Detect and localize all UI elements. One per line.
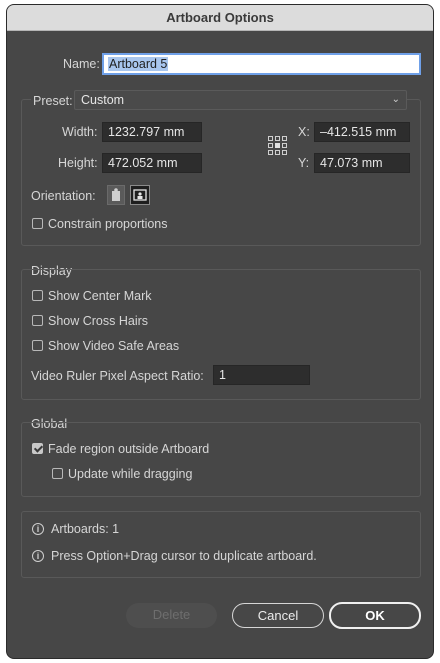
fade-region-label: Fade region outside Artboard <box>48 442 210 456</box>
reference-point-icon[interactable] <box>268 136 288 156</box>
portrait-icon <box>112 188 120 201</box>
landscape-icon <box>133 189 147 201</box>
name-label: Name: <box>63 57 100 71</box>
landscape-button[interactable] <box>130 185 150 205</box>
artboards-count: Artboards: 1 <box>51 522 120 536</box>
height-label: Height: <box>58 156 98 170</box>
x-field[interactable]: –412.515 mm <box>314 122 410 142</box>
pixel-ratio-field[interactable]: 1 <box>213 365 310 385</box>
delete-button[interactable]: Delete <box>126 603 217 628</box>
y-field[interactable]: 47.073 mm <box>314 153 410 173</box>
preset-dropdown[interactable]: Custom ⌄ <box>74 90 407 110</box>
update-dragging-label: Update while dragging <box>68 467 193 481</box>
preset-value: Custom <box>81 93 125 107</box>
show-video-safe-label: Show Video Safe Areas <box>48 339 180 353</box>
info-icon: i <box>32 550 44 562</box>
duplicate-tip: Press Option+Drag cursor to duplicate ar… <box>51 549 317 563</box>
height-field[interactable]: 472.052 mm <box>102 153 202 173</box>
update-dragging-checkbox[interactable] <box>52 468 63 479</box>
ok-button[interactable]: OK <box>329 602 421 629</box>
portrait-button[interactable] <box>107 185 125 205</box>
width-field[interactable]: 1232.797 mm <box>102 122 202 142</box>
show-video-safe-checkbox[interactable] <box>32 340 43 351</box>
pixel-ratio-label: Video Ruler Pixel Aspect Ratio: <box>31 369 204 383</box>
preset-label: Preset: <box>31 94 75 108</box>
global-group <box>21 422 421 497</box>
show-cross-hairs-label: Show Cross Hairs <box>48 314 149 328</box>
show-center-mark-label: Show Center Mark <box>48 289 152 303</box>
constrain-proportions-label: Constrain proportions <box>48 217 168 231</box>
info-icon: i <box>32 523 44 535</box>
width-label: Width: <box>62 125 98 139</box>
name-value: Artboard 5 <box>108 57 169 71</box>
cancel-button[interactable]: Cancel <box>232 603 324 628</box>
fade-region-checkbox[interactable] <box>32 443 43 454</box>
x-label: X: <box>298 125 310 139</box>
show-cross-hairs-checkbox[interactable] <box>32 315 43 326</box>
name-field[interactable]: Artboard 5 <box>102 53 421 75</box>
chevron-down-icon: ⌄ <box>391 94 400 105</box>
orientation-label: Orientation: <box>31 189 96 203</box>
constrain-proportions-checkbox[interactable] <box>32 218 43 229</box>
y-label: Y: <box>298 156 310 170</box>
dialog-title: Artboard Options <box>7 5 433 31</box>
show-center-mark-checkbox[interactable] <box>32 290 43 301</box>
artboard-options-dialog: Artboard Options Name: Artboard 5 Preset… <box>6 4 434 659</box>
